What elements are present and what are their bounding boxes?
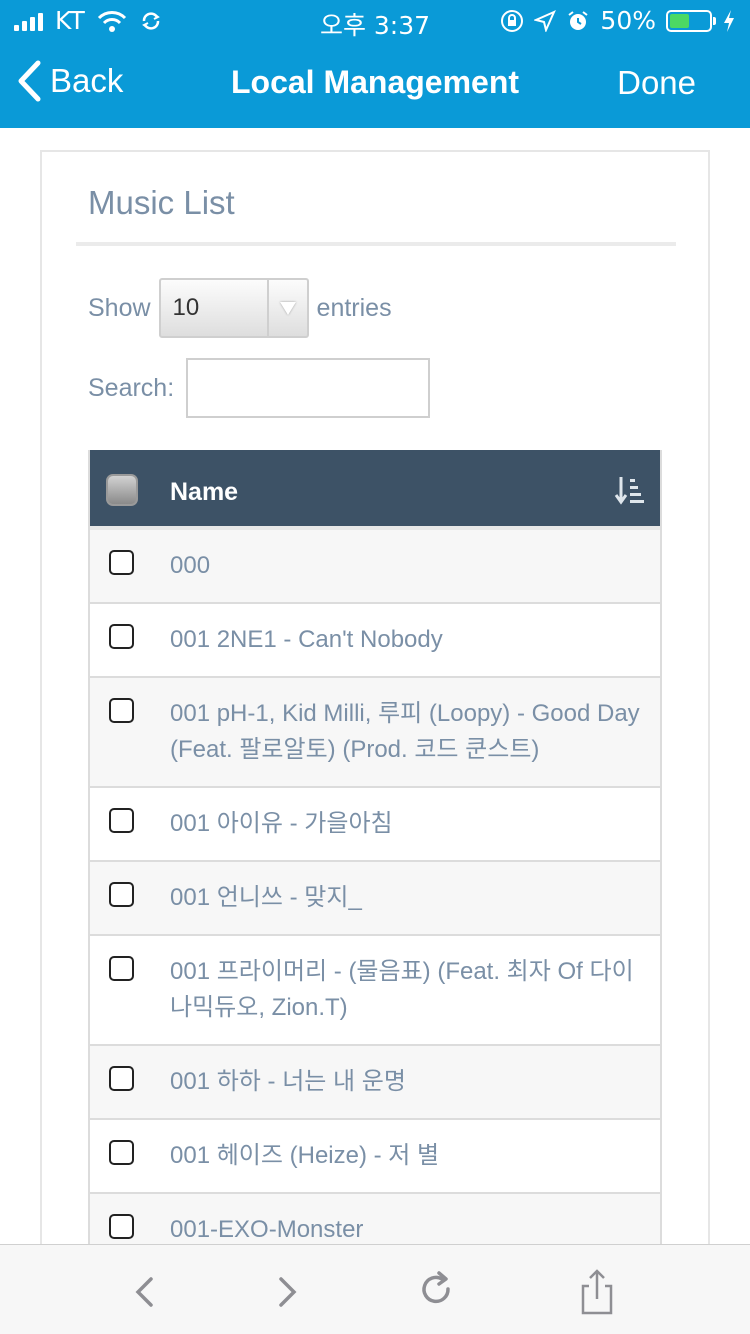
row-name: 001 언니쓰 - 맞지_ (170, 884, 362, 911)
row-checkbox[interactable] (109, 1140, 134, 1165)
status-bar: KT 오후 3:37 50% (0, 0, 750, 40)
back-button[interactable]: Back (16, 60, 123, 102)
row-checkbox[interactable] (109, 808, 134, 833)
row-name: 001 아이유 - 가을아침 (170, 810, 393, 837)
browser-toolbar (0, 1244, 750, 1334)
table-header: Name (90, 450, 660, 530)
page-size-control: Show 10 entries (88, 278, 392, 338)
charging-icon (724, 9, 734, 32)
status-right: 50% (500, 6, 736, 35)
panel-title: Music List (88, 184, 235, 221)
table-row[interactable]: 001 헤이즈 (Heize) - 저 별 (90, 1120, 660, 1194)
navigation-bar: Back Local Management Done (0, 40, 750, 128)
row-checkbox[interactable] (109, 624, 134, 649)
table-row[interactable]: 001 하하 - 너는 내 운명 (90, 1046, 660, 1120)
select-all-checkbox[interactable] (106, 474, 138, 506)
done-button[interactable]: Done (617, 64, 696, 102)
alarm-icon (568, 10, 589, 30)
table-row[interactable]: 001 프라이머리 - (물음표) (Feat. 최자 Of 다이나믹듀오, Z… (90, 936, 660, 1046)
search-label: Search: (88, 373, 175, 402)
table-body: 000 001 2NE1 - Can't Nobody 001 pH-1, Ki… (90, 530, 660, 1313)
column-header-name[interactable]: Name (170, 478, 238, 507)
row-checkbox[interactable] (109, 1066, 134, 1091)
row-name: 000 (170, 552, 211, 579)
table-row[interactable]: 001 pH-1, Kid Milli, 루피 (Loopy) - Good D… (90, 678, 660, 788)
location-icon (534, 9, 557, 32)
battery-level (670, 13, 689, 28)
reload-icon[interactable] (412, 1267, 462, 1317)
orientation-lock-icon (501, 9, 524, 32)
chevron-left-icon (18, 60, 41, 102)
table-row[interactable]: 001 언니쓰 - 맞지_ (90, 862, 660, 936)
table-row[interactable]: 001 아이유 - 가을아침 (90, 788, 660, 862)
music-table: Name 000 001 2NE1 - Can't Nobody 001 pH-… (88, 450, 662, 1313)
page-size-select[interactable]: 10 (158, 278, 309, 338)
divider (76, 242, 676, 246)
entries-label: entries (316, 293, 392, 322)
row-checkbox[interactable] (109, 1214, 134, 1239)
sort-icon[interactable] (614, 474, 646, 506)
table-row[interactable]: 000 (90, 530, 660, 604)
page-size-value: 10 (172, 294, 200, 321)
back-arrow-icon[interactable] (120, 1267, 170, 1317)
row-name: 001 2NE1 - Can't Nobody (170, 626, 443, 653)
row-name: 001 하하 - 너는 내 운명 (170, 1068, 406, 1095)
chevron-down-icon (266, 280, 307, 336)
row-checkbox[interactable] (109, 550, 134, 575)
battery-percent: 50% (600, 6, 656, 35)
row-name: 001 pH-1, Kid Milli, 루피 (Loopy) - Good D… (170, 700, 640, 763)
battery-icon (666, 9, 716, 32)
row-name: 001 헤이즈 (Heize) - 저 별 (170, 1142, 440, 1169)
row-checkbox[interactable] (109, 698, 134, 723)
row-checkbox[interactable] (109, 882, 134, 907)
back-label: Back (50, 62, 124, 99)
music-list-panel: Music List Show 10 entries Search: Name (40, 150, 710, 1313)
row-checkbox[interactable] (109, 956, 134, 981)
search-input[interactable] (186, 358, 431, 418)
forward-arrow-icon[interactable] (262, 1267, 312, 1317)
show-label: Show (88, 293, 151, 322)
table-row[interactable]: 001 2NE1 - Can't Nobody (90, 604, 660, 678)
row-name: 001 프라이머리 - (물음표) (Feat. 최자 Of 다이나믹듀오, Z… (170, 958, 634, 1021)
share-icon[interactable] (572, 1267, 622, 1317)
search-control: Search: (88, 358, 431, 418)
